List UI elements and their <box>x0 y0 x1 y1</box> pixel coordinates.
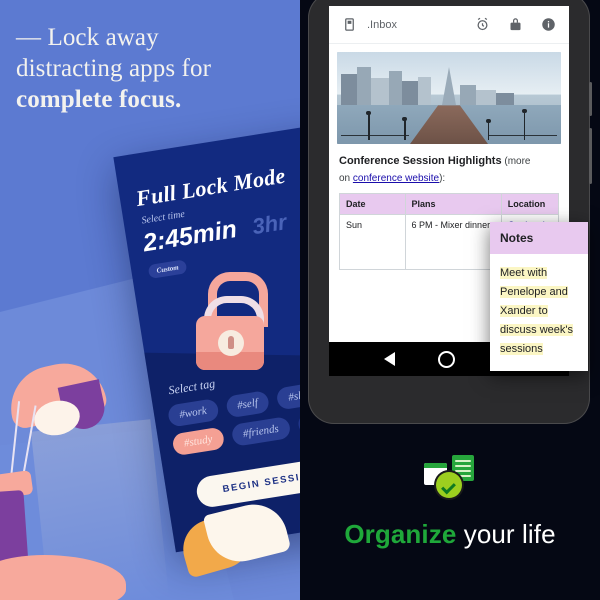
custom-time-chip[interactable]: Custom <box>147 259 188 279</box>
home-icon[interactable] <box>437 350 455 368</box>
left-promo-panel: — Lock away distracting apps for complet… <box>0 0 300 600</box>
padlock-icon <box>186 272 272 376</box>
headline: — Lock away distracting apps for complet… <box>16 22 278 115</box>
headline-line-2: distracting apps for <box>16 55 212 82</box>
headline-line-3: complete focus. <box>16 86 182 113</box>
column-header-plans: Plans <box>404 193 502 215</box>
column-header-date: Date <box>339 193 406 215</box>
notes-title: Notes <box>490 222 588 254</box>
email-title-line2-post: ): <box>439 173 446 184</box>
calendar-clock-note-icon <box>422 455 478 503</box>
back-icon[interactable] <box>384 352 396 366</box>
column-header-location: Location <box>500 193 560 215</box>
notes-body-text: Meet with Penelope and Xander to discuss… <box>500 267 574 355</box>
photo-building <box>496 92 514 106</box>
inbox-icon[interactable] <box>341 16 358 33</box>
paper-illustration <box>176 497 300 590</box>
photo-building <box>370 77 389 106</box>
app-top-bar: .Inbox <box>329 6 569 44</box>
inbox-label: .Inbox <box>367 18 397 31</box>
photo-building <box>401 81 418 106</box>
card-title: Full Lock Mode <box>134 162 288 212</box>
email-title-suffix: (more <box>501 156 531 167</box>
phone-power-button <box>589 82 592 116</box>
email-title: Conference Session Highlights (more on c… <box>339 153 559 187</box>
right-promo-panel: .Inbox Conference Session Highlights (mo… <box>300 0 600 600</box>
time-option-3hr[interactable]: 3hr <box>250 209 288 240</box>
photo-lamppost <box>402 116 407 140</box>
email-title-line2-pre: on <box>339 173 353 184</box>
cell-plans: 6 PM - Mixer dinner <box>404 214 502 270</box>
photo-building <box>475 89 497 106</box>
notes-popup-panel: Notes Meet with Penelope and Xander to d… <box>490 222 588 371</box>
table-header-row: Date Plans Location <box>339 193 560 215</box>
email-hero-photo <box>337 52 561 144</box>
photo-building <box>460 85 476 106</box>
headline-line-1: — Lock away <box>16 24 159 51</box>
brand-word-accent: Organize <box>344 519 457 549</box>
photo-lamppost <box>486 118 491 140</box>
clock-check-icon <box>436 472 462 498</box>
photo-building <box>357 66 371 106</box>
cell-date: Sun <box>339 214 406 270</box>
photo-building <box>388 71 402 106</box>
notes-body: Meet with Penelope and Xander to discuss… <box>490 254 588 371</box>
promo-screenshot: — Lock away distracting apps for complet… <box>0 0 600 600</box>
briefcase-icon[interactable] <box>507 16 524 33</box>
photo-transamerica-tower <box>442 67 457 106</box>
info-icon[interactable] <box>540 16 557 33</box>
photo-building <box>417 76 432 106</box>
padlock-keyhole <box>228 336 234 349</box>
photo-railing <box>341 135 409 136</box>
photo-building <box>341 74 358 106</box>
photo-lamppost <box>366 111 371 140</box>
photo-lamppost <box>522 109 526 140</box>
email-title-text: Conference Session Highlights <box>339 155 502 167</box>
phone-volume-button <box>589 128 592 184</box>
brand-block: Organize your life <box>300 455 600 550</box>
alarm-icon[interactable] <box>474 16 491 33</box>
desk-lamp-illustration <box>0 355 170 600</box>
brand-word-rest: your life <box>456 519 556 549</box>
conference-website-link[interactable]: conference website <box>353 173 439 184</box>
brand-wordmark: Organize your life <box>300 519 600 550</box>
